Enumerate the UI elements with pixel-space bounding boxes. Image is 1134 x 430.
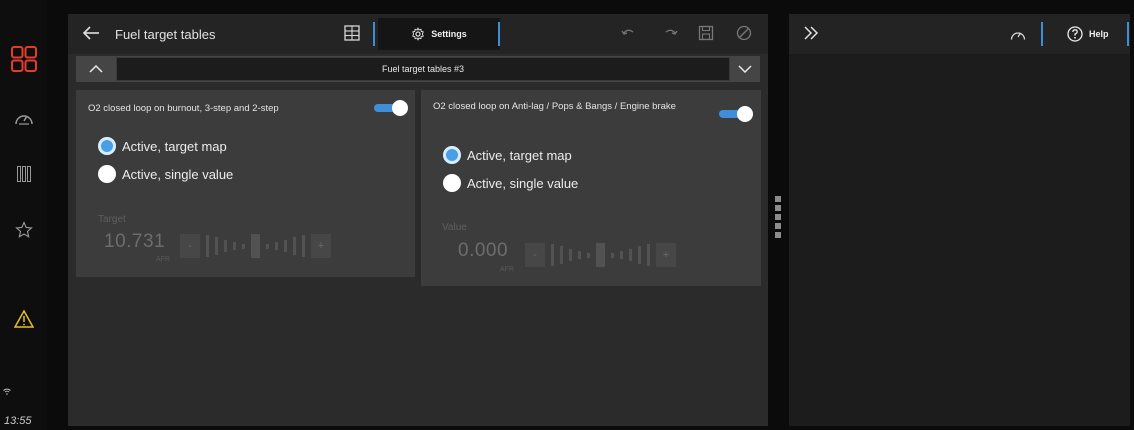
value-unit: AFR xyxy=(500,266,514,273)
radio-target-map[interactable]: Active, target map xyxy=(98,137,227,155)
save-icon[interactable] xyxy=(698,25,714,46)
tab-separator xyxy=(1127,22,1129,46)
table-icon[interactable] xyxy=(344,25,360,46)
closed-loop-toggle[interactable] xyxy=(717,106,753,122)
gauge-icon[interactable] xyxy=(0,110,47,126)
help-icon xyxy=(1067,26,1083,42)
columns-icon[interactable] xyxy=(0,166,47,182)
radio-label: Active, single value xyxy=(467,175,579,191)
tab-separator xyxy=(498,22,500,46)
card-title: O2 closed loop on Anti-lag / Pops & Bang… xyxy=(433,101,676,112)
tab-settings[interactable]: Settings xyxy=(378,18,500,50)
dashboard-grid-icon[interactable] xyxy=(0,46,47,72)
help-button[interactable]: Help xyxy=(1067,26,1109,42)
redo-icon[interactable] xyxy=(663,25,679,46)
panel-resize-handle[interactable] xyxy=(775,196,781,241)
help-label: Help xyxy=(1089,29,1109,39)
radio-label: Active, target map xyxy=(122,138,227,154)
antilag-closed-loop-card: O2 closed loop on Anti-lag / Pops & Bang… xyxy=(421,90,761,286)
chevron-up-icon xyxy=(89,65,103,73)
star-icon[interactable] xyxy=(0,221,47,239)
radio-label: Active, single value xyxy=(122,166,234,182)
card-title: O2 closed loop on burnout, 3-step and 2-… xyxy=(88,103,279,114)
wifi-icon xyxy=(0,388,30,395)
target-stepper[interactable]: - + xyxy=(180,234,331,258)
value-stepper[interactable]: - + xyxy=(525,243,676,267)
decrement-button[interactable]: - xyxy=(180,234,200,258)
table-selector: Fuel target tables #3 xyxy=(76,56,760,82)
radio-button[interactable] xyxy=(98,137,116,155)
tab-separator xyxy=(373,22,375,46)
main-panel: Fuel target tables Settings Fuel target … xyxy=(68,14,768,426)
back-arrow-icon[interactable] xyxy=(82,25,100,46)
chevron-down-icon xyxy=(738,65,752,73)
closed-loop-toggle[interactable] xyxy=(372,100,408,116)
increment-button[interactable]: + xyxy=(656,243,676,267)
target-label: Target xyxy=(98,214,126,225)
radio-button[interactable] xyxy=(98,165,116,183)
toolbar: Fuel target tables Settings xyxy=(68,14,768,54)
clock: 13:55 xyxy=(4,415,32,427)
page-title: Fuel target tables xyxy=(115,27,216,42)
gear-icon xyxy=(412,27,425,41)
target-value: 10.731 xyxy=(104,231,166,252)
undo-icon[interactable] xyxy=(620,25,636,46)
gauge-icon[interactable] xyxy=(1010,28,1026,46)
expand-panel-icon[interactable] xyxy=(803,26,819,45)
sidebar: 13:55 xyxy=(0,0,47,430)
value-label: Value xyxy=(442,222,467,233)
table-selector-value[interactable]: Fuel target tables #3 xyxy=(116,57,730,81)
radio-button[interactable] xyxy=(443,174,461,192)
burnout-closed-loop-card: O2 closed loop on burnout, 3-step and 2-… xyxy=(76,90,415,277)
target-unit: AFR xyxy=(156,256,170,263)
radio-button[interactable] xyxy=(443,146,461,164)
tab-separator xyxy=(1041,22,1043,46)
value-value: 0.000 xyxy=(458,240,509,261)
increment-button[interactable]: + xyxy=(311,234,331,258)
settings-label: Settings xyxy=(431,29,467,39)
right-toolbar: Help xyxy=(789,14,1130,54)
next-table-button[interactable] xyxy=(730,56,760,82)
radio-label: Active, target map xyxy=(467,147,572,163)
radio-single-value[interactable]: Active, single value xyxy=(98,165,233,183)
warning-icon[interactable] xyxy=(0,310,47,328)
radio-single-value[interactable]: Active, single value xyxy=(443,174,578,192)
radio-target-map[interactable]: Active, target map xyxy=(443,146,572,164)
decrement-button[interactable]: - xyxy=(525,243,545,267)
right-panel: Help xyxy=(789,14,1130,426)
disable-icon[interactable] xyxy=(736,25,752,46)
previous-table-button[interactable] xyxy=(76,56,116,82)
